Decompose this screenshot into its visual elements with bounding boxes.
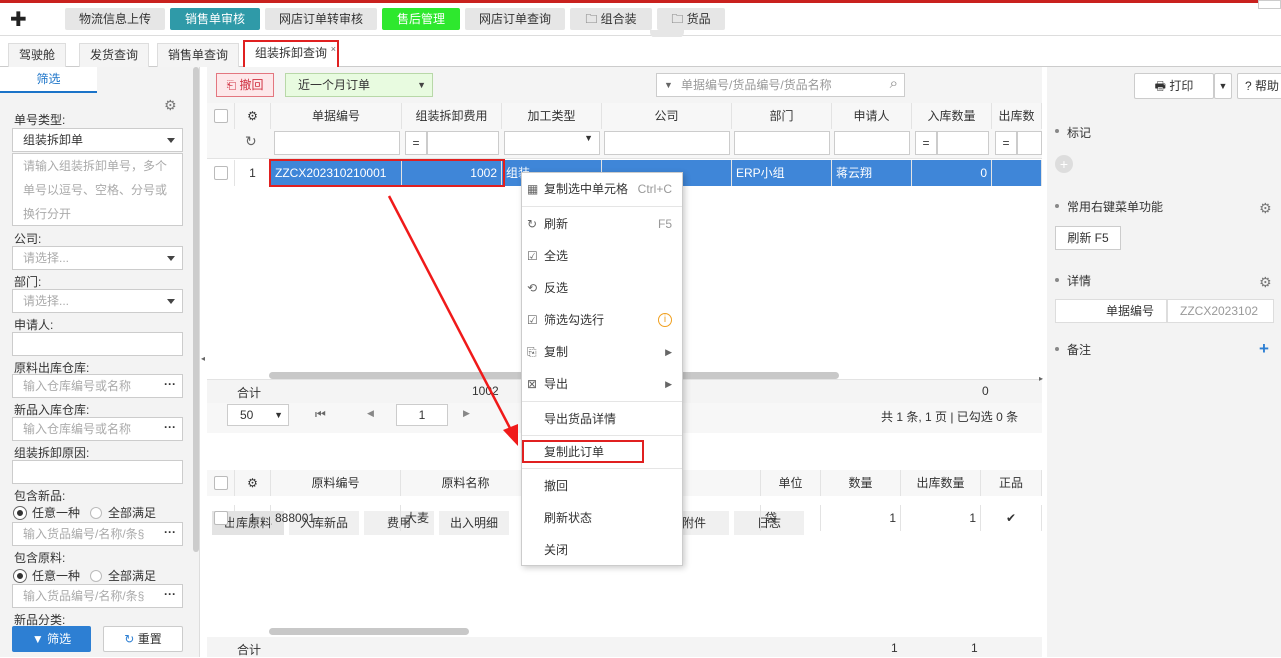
chevron-right-icon: ▶ [665, 347, 672, 357]
menu-copy-cell[interactable]: ▦ 复制选中单元格 Ctrl+C [522, 173, 682, 205]
menu-revoke[interactable]: 撤回 [522, 470, 682, 502]
info-icon[interactable]: i [658, 313, 672, 327]
table-icon: ▦ [527, 182, 539, 196]
menu-close-label: 关闭 [544, 543, 569, 557]
menu-export[interactable]: ⊠ 导出 ▶ [522, 368, 682, 400]
highlight-box [522, 440, 644, 463]
menu-refresh-shortcut: F5 [657, 217, 672, 231]
invert-icon: ⟲ [527, 281, 538, 295]
arrow-line [387, 195, 514, 433]
context-menu: ▦ 复制选中单元格 Ctrl+C ↻ 刷新 F5 ☑ 全选 ⟲ 反选 ☑ 筛选勾选行 i ⎘ 复制… [521, 172, 683, 566]
menu-close[interactable]: 关闭 [522, 534, 682, 566]
menu-copy-label: 复制 [544, 345, 569, 359]
arrow-head [503, 424, 518, 446]
menu-refresh-status-label: 刷新状态 [544, 511, 593, 525]
menu-copy-cell-shortcut: Ctrl+C [637, 182, 672, 196]
divider [522, 468, 682, 469]
refresh-icon: ↻ [527, 217, 538, 231]
menu-copy[interactable]: ⎘ 复制 ▶ [522, 336, 682, 368]
menu-filter-checked[interactable]: ☑ 筛选勾选行 i [522, 304, 682, 336]
menu-refresh-label: 刷新 [544, 217, 569, 231]
checkbox-icon: ☑ [527, 313, 538, 327]
menu-export-detail[interactable]: 导出货品详情 [522, 403, 682, 435]
menu-export-label: 导出 [544, 377, 569, 391]
menu-refresh-status[interactable]: 刷新状态 [522, 502, 682, 534]
menu-invert[interactable]: ⟲ 反选 [522, 272, 682, 304]
divider [522, 206, 682, 207]
divider [522, 401, 682, 402]
menu-export-detail-label: 导出货品详情 [544, 412, 617, 426]
menu-select-all-label: 全选 [544, 249, 569, 263]
menu-refresh[interactable]: ↻ 刷新 F5 [522, 208, 682, 240]
chevron-right-icon: ▶ [665, 379, 672, 389]
export-icon: ⊠ [527, 377, 538, 391]
select-all-icon: ☑ [527, 249, 538, 263]
copy-icon: ⎘ [527, 345, 537, 359]
menu-select-all[interactable]: ☑ 全选 [522, 240, 682, 272]
menu-filter-checked-label: 筛选勾选行 [544, 313, 605, 327]
menu-invert-label: 反选 [544, 281, 569, 295]
menu-revoke-label: 撤回 [544, 479, 569, 493]
menu-copy-cell-label: 复制选中单元格 [544, 182, 629, 196]
